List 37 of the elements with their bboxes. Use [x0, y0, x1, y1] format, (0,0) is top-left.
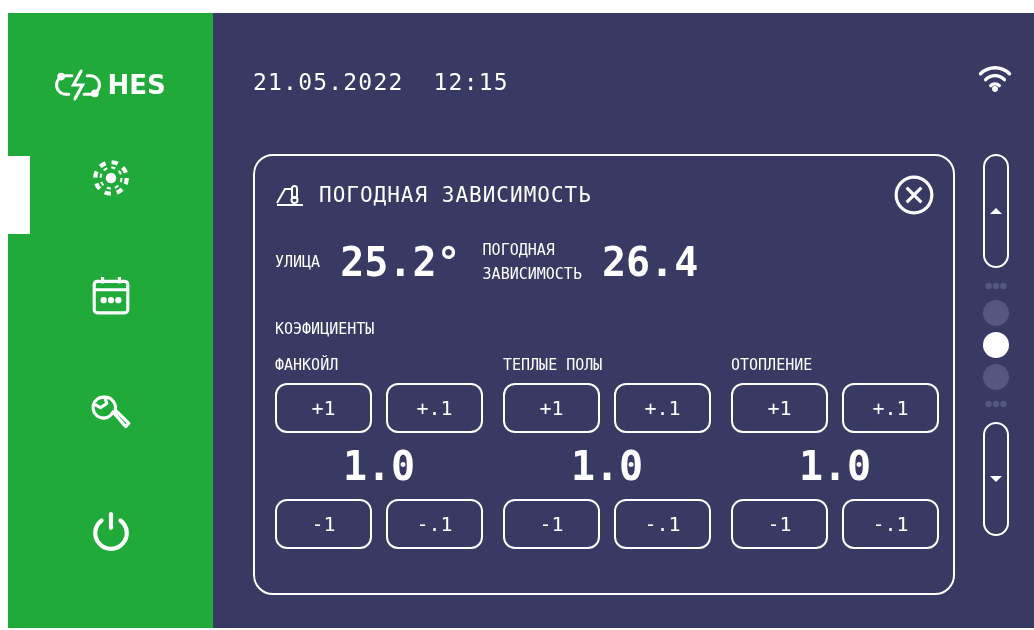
increment-button[interactable]: +1 — [503, 383, 600, 433]
increment-button[interactable]: +1 — [731, 383, 828, 433]
curve-value: 26.4 — [601, 239, 699, 285]
coefficient-value: 1.0 — [342, 442, 416, 491]
decrement-button[interactable]: -1 — [503, 499, 600, 549]
group-title: ФАНКОЙЛ — [275, 356, 339, 374]
scroll-down-button[interactable] — [983, 422, 1009, 536]
increment-button[interactable]: +.1 — [614, 383, 711, 433]
coefficient-value: 1.0 — [570, 442, 644, 491]
decrement-button[interactable]: -.1 — [614, 499, 711, 549]
page-dot[interactable] — [983, 364, 1009, 390]
outdoor-temperature: 25.2° — [340, 239, 461, 285]
increment-button[interactable]: +.1 — [842, 383, 939, 433]
curve-label: ЗАВИСИМОСТЬ — [482, 264, 582, 285]
increment-button[interactable]: +1 — [275, 383, 372, 433]
more-icon — [985, 400, 1007, 408]
outdoor-label: УЛИЦА — [275, 253, 321, 271]
page-dot[interactable] — [983, 332, 1009, 358]
thermometer-icon — [275, 183, 305, 207]
more-icon — [985, 282, 1007, 290]
coefficient-value: 1.0 — [798, 442, 872, 491]
decrement-button[interactable]: -1 — [731, 499, 828, 549]
group-title: ОТОПЛЕНИЕ — [731, 356, 813, 374]
wifi-icon — [978, 64, 1012, 92]
scroll-up-button[interactable] — [983, 154, 1009, 268]
page-dot[interactable] — [983, 300, 1009, 326]
decrement-button[interactable]: -1 — [275, 499, 372, 549]
decrement-button[interactable]: -.1 — [386, 499, 483, 549]
brand-name: HES — [107, 69, 166, 100]
close-button[interactable] — [893, 174, 935, 216]
group-title: ТЕПЛЫЕ ПОЛЫ — [503, 356, 603, 374]
increment-button[interactable]: +.1 — [386, 383, 483, 433]
date-time: 21.05.2022 12:15 — [253, 69, 509, 95]
curve-label: ПОГОДНАЯ — [482, 240, 556, 261]
panel-title: ПОГОДНАЯ ЗАВИСИМОСТЬ — [319, 183, 593, 207]
decrement-button[interactable]: -.1 — [842, 499, 939, 549]
section-label: КОЭФИЦИЕНТЫ — [275, 320, 376, 338]
